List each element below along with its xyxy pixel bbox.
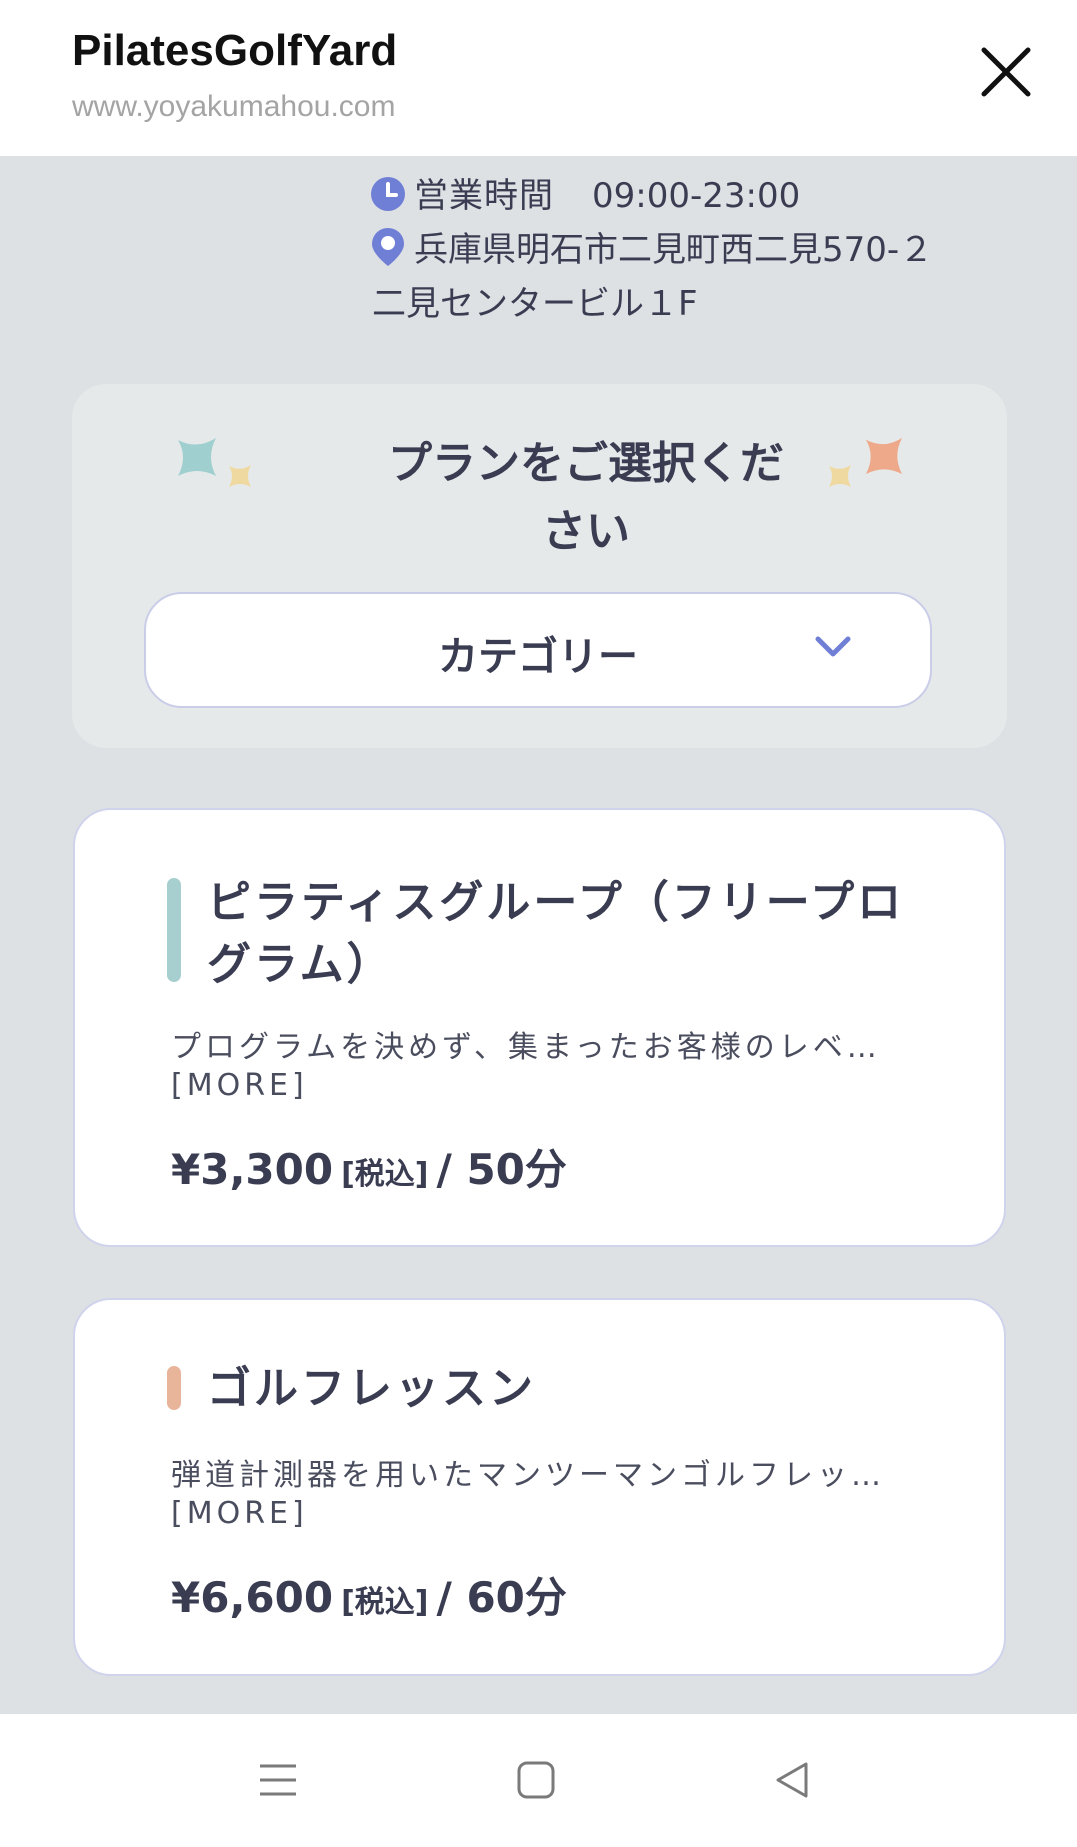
category-dropdown-label: カテゴリー [438,634,638,680]
app-url: www.yoyakumahou.com [72,90,396,123]
heading-line-2: さい [542,506,630,557]
plan-card[interactable]: ピラティスグループ（フリープロ グラム） プログラムを決めず、集まったお客様のレ… [73,808,1006,1247]
sparkle-icon [829,465,851,487]
system-nav-bar [0,1714,1077,1847]
location-pin-icon [372,228,404,266]
plan-title-line-1: ゴルフレッスン [207,1363,536,1414]
tax-label: [税込] [341,1585,429,1620]
plan-select-heading: プランをご選択くだ さい [336,430,836,566]
price-amount: ¥3,300 [171,1145,334,1194]
sparkle-icon [178,438,216,476]
clock-icon [371,177,405,211]
heading-line-1: プランをご選択くだ [388,438,784,489]
chevron-down-icon [815,636,851,657]
tax-label: [税込] [341,1157,429,1192]
close-icon [981,47,1031,97]
plan-title: ゴルフレッスン [207,1358,907,1420]
hours-label: 営業時間 [414,176,554,216]
address-line-2: 二見センタービル１F [372,284,698,324]
plan-price: ¥3,300 [税込]/ 50分 [171,1136,567,1197]
app-header: PilatesGolfYard www.yoyakumahou.com [0,0,1077,156]
sparkle-icon [229,465,251,487]
more-link[interactable]: [MORE] [171,1496,308,1531]
price-amount: ¥6,600 [171,1573,334,1622]
more-link[interactable]: [MORE] [171,1068,308,1103]
app-title: PilatesGolfYard [72,26,398,75]
hours-value: 09:00-23:00 [592,176,801,216]
plan-description: プログラムを決めず、集まったお客様のレベ… [171,1030,881,1065]
plan-title-line-2: グラム） [207,939,394,990]
plan-title-line-1: ピラティスグループ（フリープロ [207,877,905,928]
category-dropdown[interactable]: カテゴリー [144,592,932,708]
plan-duration: / 50分 [436,1145,567,1194]
business-hours: 営業時間 09:00-23:00 [414,168,800,217]
plan-title: ピラティスグループ（フリープロ グラム） [207,872,907,996]
menu-icon[interactable] [258,1760,298,1800]
close-button[interactable] [978,44,1034,100]
plan-accent-bar [167,1366,181,1410]
sparkle-icon [865,437,903,475]
plan-select-panel: プランをご選択くだ さい カテゴリー [72,384,1007,748]
plan-description: 弾道計測器を用いたマンツーマンゴルフレッ… [171,1458,885,1493]
home-icon[interactable] [516,1760,556,1800]
address-line-1: 兵庫県明石市二見町西二見570‐２ [414,230,934,270]
plan-price: ¥6,600 [税込]/ 60分 [171,1564,567,1625]
plan-card[interactable]: ゴルフレッスン 弾道計測器を用いたマンツーマンゴルフレッ… [MORE] ¥6,… [73,1298,1006,1676]
plan-accent-bar [167,878,181,982]
back-icon[interactable] [772,1760,812,1800]
plan-duration: / 60分 [436,1573,567,1622]
